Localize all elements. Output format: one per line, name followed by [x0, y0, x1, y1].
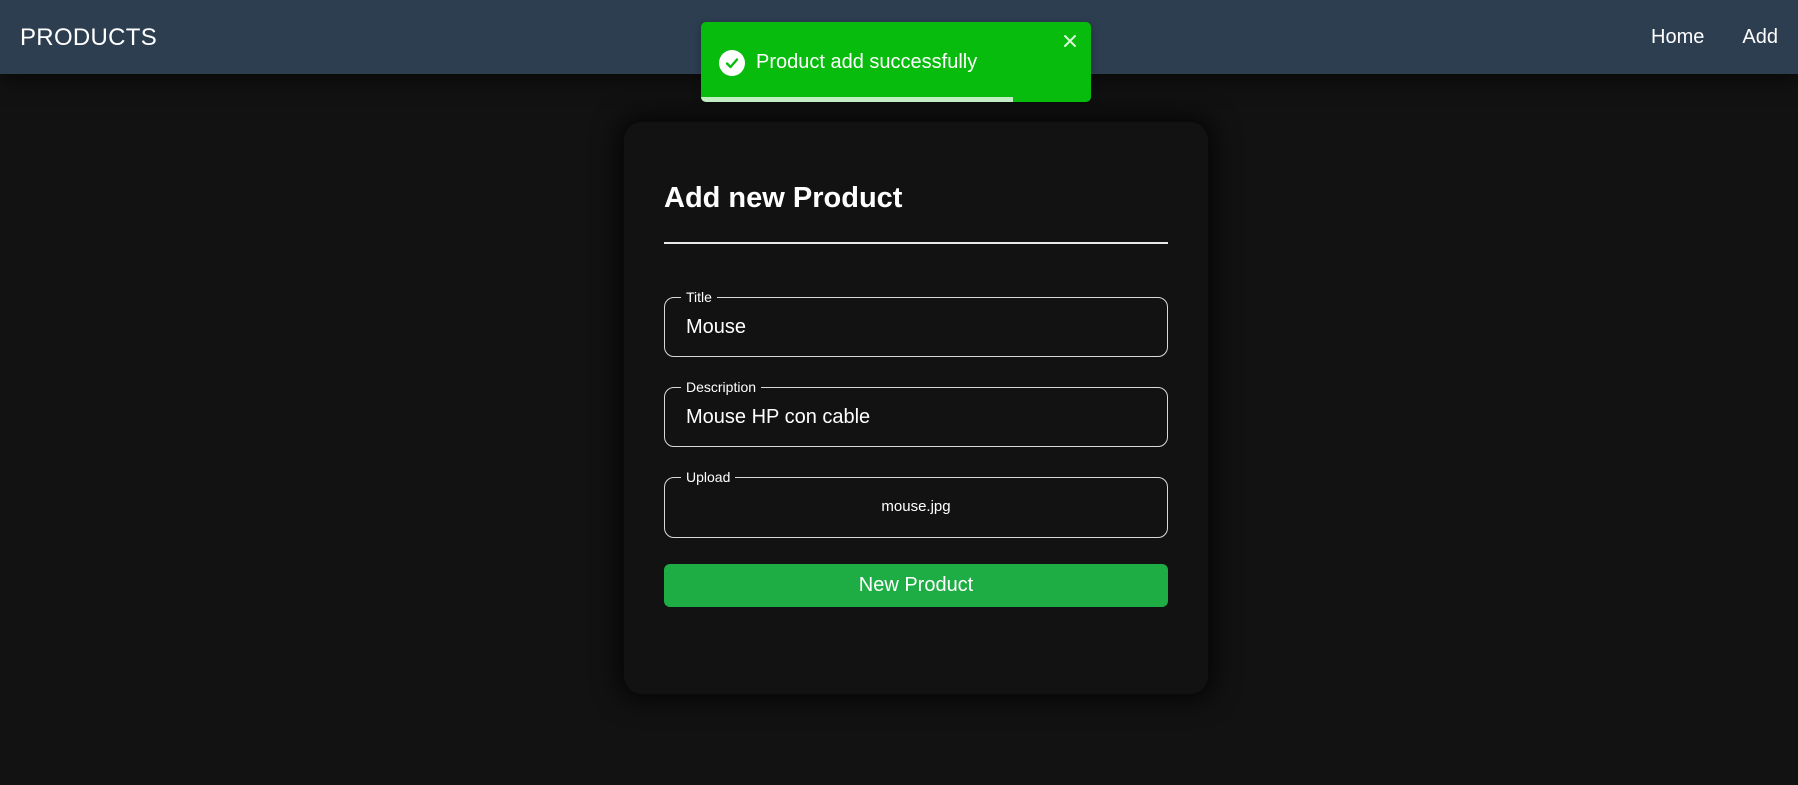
close-icon[interactable]	[1061, 32, 1079, 50]
title-field-value[interactable]: Mouse	[686, 316, 746, 339]
check-circle-icon	[719, 50, 745, 76]
description-field-value[interactable]: Mouse HP con cable	[686, 406, 870, 429]
brand-title[interactable]: PRODUCTS	[20, 22, 157, 52]
description-field[interactable]: Description Mouse HP con cable	[664, 379, 1168, 447]
add-product-card: Add new Product Title Mouse Description …	[624, 122, 1208, 694]
nav-link-add[interactable]: Add	[1742, 26, 1778, 49]
title-divider	[664, 242, 1168, 244]
form-title: Add new Product	[664, 182, 903, 214]
toast-message: Product add successfully	[756, 51, 978, 73]
success-toast[interactable]: Product add successfully	[701, 22, 1091, 102]
upload-field[interactable]: Upload mouse.jpg	[664, 469, 1168, 538]
nav-links: Home Add	[1651, 26, 1778, 49]
new-product-button[interactable]: New Product	[664, 564, 1168, 607]
title-field[interactable]: Title Mouse	[664, 289, 1168, 357]
title-field-label: Title	[681, 289, 717, 305]
toast-progress-bar	[701, 97, 1013, 102]
upload-field-label: Upload	[681, 469, 736, 485]
description-field-label: Description	[681, 379, 762, 395]
upload-file-name[interactable]: mouse.jpg	[665, 498, 1167, 515]
nav-link-home[interactable]: Home	[1651, 26, 1704, 49]
